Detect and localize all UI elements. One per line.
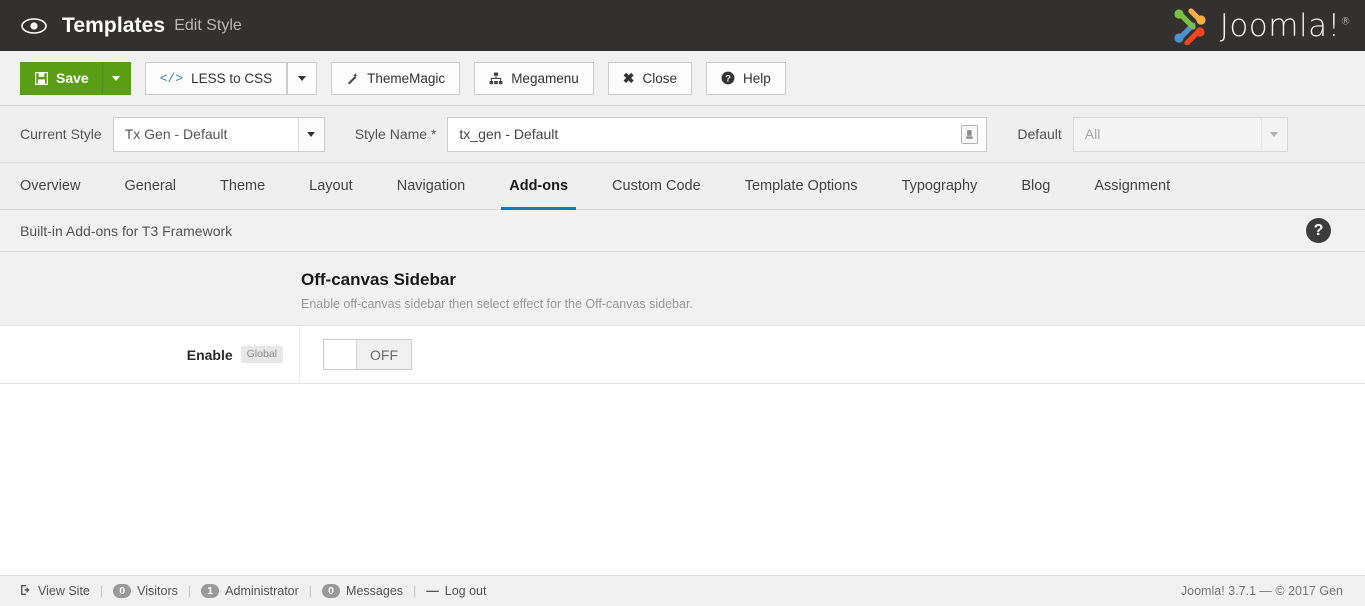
megamenu-label: Megamenu — [511, 71, 579, 86]
tab-bar: Overview General Theme Layout Navigation… — [0, 163, 1365, 210]
chevron-down-icon[interactable] — [1261, 118, 1287, 151]
footer-bar: View Site | 0 Visitors | 1 Administrator… — [0, 575, 1365, 606]
megamenu-button[interactable]: Megamenu — [474, 62, 594, 95]
required-asterisk: * — [431, 126, 436, 142]
help-button[interactable]: ? Help — [706, 62, 786, 95]
x-icon: ✖ — [623, 71, 635, 85]
style-name-input[interactable]: tx_gen - Default — [447, 117, 987, 152]
save-button[interactable]: Save — [20, 62, 102, 95]
chevron-down-icon — [112, 76, 120, 81]
toggle-state-label: OFF — [357, 340, 411, 369]
close-button-label: Close — [642, 71, 677, 86]
tab-general[interactable]: General — [102, 163, 198, 209]
current-style-value: Tx Gen - Default — [125, 126, 228, 142]
joomla-logo-mark — [1169, 7, 1211, 45]
visitors-label: Visitors — [137, 584, 178, 598]
eye-icon[interactable] — [20, 16, 48, 36]
tab-typography[interactable]: Typography — [880, 163, 1000, 209]
page-subtitle: Edit Style — [174, 17, 242, 35]
style-name-label: Style Name * — [355, 126, 437, 142]
enable-toggle[interactable]: OFF — [323, 339, 412, 370]
messages-count-badge: 0 — [322, 584, 340, 598]
thememagic-label: ThemeMagic — [367, 71, 445, 86]
less-to-css-dropdown-toggle[interactable] — [287, 62, 317, 95]
administrator-item[interactable]: 1 Administrator — [191, 584, 309, 598]
magic-wand-icon — [346, 72, 359, 85]
save-button-group: Save — [20, 62, 131, 95]
default-select[interactable]: All — [1073, 117, 1288, 152]
style-name-field-icon[interactable] — [961, 125, 978, 144]
less-to-css-label: LESS to CSS — [191, 71, 272, 86]
visitors-item[interactable]: 0 Visitors — [103, 584, 188, 598]
visitors-count-badge: 0 — [113, 584, 131, 598]
minus-icon: — — [426, 584, 439, 598]
chevron-down-icon[interactable] — [298, 118, 324, 151]
current-style-label: Current Style — [20, 126, 102, 142]
tab-blog[interactable]: Blog — [999, 163, 1072, 209]
administrator-count-badge: 1 — [201, 584, 219, 598]
view-site-label: View Site — [38, 584, 90, 598]
save-button-label: Save — [56, 70, 89, 86]
enable-label: Enable — [187, 347, 233, 363]
less-to-css-button[interactable]: </> LESS to CSS — [145, 62, 287, 95]
page-title: Templates — [62, 14, 165, 38]
toggle-handle[interactable] — [324, 340, 357, 369]
administrator-label: Administrator — [225, 584, 299, 598]
content-empty-area — [0, 384, 1365, 575]
logout-link[interactable]: — Log out — [416, 584, 496, 598]
tab-assignment[interactable]: Assignment — [1072, 163, 1192, 209]
footer-copyright: Joomla! 3.7.1 — © 2017 Gen — [1181, 584, 1349, 598]
global-badge: Global — [241, 346, 283, 364]
thememagic-button[interactable]: ThemeMagic — [331, 62, 460, 95]
joomla-logo: Joomla!® — [1169, 0, 1351, 51]
panel-description: Enable off-canvas sidebar then select ef… — [301, 297, 1365, 311]
registered-mark: ® — [1341, 16, 1352, 27]
enable-field-control-cell: OFF — [300, 339, 412, 370]
tab-custom-code[interactable]: Custom Code — [590, 163, 723, 209]
enable-field-label-cell: Enable Global — [0, 326, 300, 383]
current-style-select[interactable]: Tx Gen - Default — [113, 117, 325, 152]
save-dropdown-toggle[interactable] — [102, 62, 131, 95]
style-name-value: tx_gen - Default — [459, 126, 558, 142]
style-bar: Current Style Tx Gen - Default Style Nam… — [0, 106, 1365, 163]
question-mark-icon[interactable]: ? — [1306, 218, 1331, 243]
sitemap-icon — [489, 72, 503, 85]
top-bar: Templates Edit Style Joomla!® — [0, 0, 1365, 51]
chevron-down-icon — [298, 76, 306, 81]
subheader-text: Built-in Add-ons for T3 Framework — [20, 223, 232, 239]
svg-text:?: ? — [725, 74, 731, 85]
external-link-icon — [20, 584, 32, 599]
messages-label: Messages — [346, 584, 403, 598]
messages-item[interactable]: 0 Messages — [312, 584, 413, 598]
tab-navigation[interactable]: Navigation — [375, 163, 488, 209]
view-site-link[interactable]: View Site — [10, 584, 100, 599]
floppy-disk-icon — [35, 72, 48, 85]
panel-header: Off-canvas Sidebar Enable off-canvas sid… — [0, 252, 1365, 326]
help-button-label: Help — [743, 71, 771, 86]
tab-template-options[interactable]: Template Options — [723, 163, 880, 209]
less-to-css-group: </> LESS to CSS — [145, 62, 317, 95]
logout-label: Log out — [445, 584, 487, 598]
tab-theme[interactable]: Theme — [198, 163, 287, 209]
tab-add-ons[interactable]: Add-ons — [487, 163, 590, 209]
enable-field-row: Enable Global OFF — [0, 326, 1365, 384]
subheader-bar: Built-in Add-ons for T3 Framework ? — [0, 210, 1365, 252]
question-circle-icon: ? — [721, 71, 735, 85]
panel-title: Off-canvas Sidebar — [301, 270, 1365, 290]
default-value: All — [1085, 126, 1101, 142]
page-root: Templates Edit Style Joomla!® — [0, 0, 1365, 606]
close-button[interactable]: ✖ Close — [608, 62, 692, 95]
default-label: Default — [1017, 126, 1061, 142]
joomla-wordmark: Joomla!® — [1220, 8, 1351, 44]
tab-overview[interactable]: Overview — [20, 163, 102, 209]
toolbar: Save </> LESS to CSS ThemeMagic — [0, 51, 1365, 106]
code-icon: </> — [160, 72, 183, 85]
tab-layout[interactable]: Layout — [287, 163, 375, 209]
